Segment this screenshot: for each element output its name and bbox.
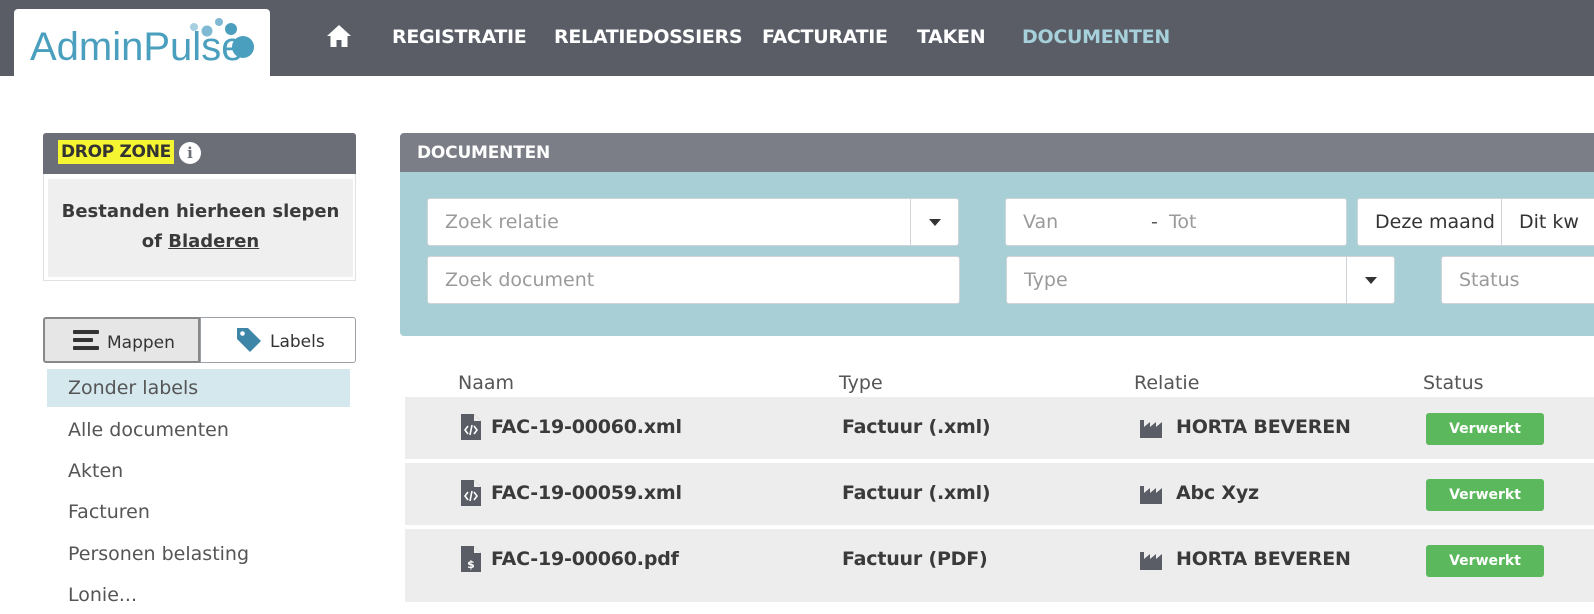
tag-icon: [237, 328, 261, 352]
document-relation[interactable]: HORTA BEVEREN: [1176, 548, 1351, 570]
date-range-separator: -: [1151, 211, 1158, 233]
nav-documenten[interactable]: DOCUMENTEN: [1022, 26, 1170, 48]
status-badge: Verwerkt: [1426, 545, 1544, 577]
table-row[interactable]: FAC-19-00059.xml Factuur (.xml) Abc Xyz …: [405, 463, 1594, 527]
file-code-icon: [461, 480, 481, 506]
column-header-type[interactable]: Type: [839, 372, 883, 394]
dropzone-header: DROP ZONE i: [43, 133, 356, 174]
table-row[interactable]: FAC-19-00060.xml Factuur (.xml) HORTA BE…: [405, 397, 1594, 461]
period-this-month-button[interactable]: Deze maand: [1357, 198, 1502, 246]
document-name[interactable]: FAC-19-00060.pdf: [491, 548, 679, 570]
documents-header: DOCUMENTEN: [400, 133, 1594, 172]
table-row[interactable]: $ FAC-19-00060.pdf Factuur (PDF) HORTA B…: [405, 529, 1594, 602]
document-search-input[interactable]: Zoek document: [427, 256, 960, 304]
folder-item-personen-belasting[interactable]: Personen belasting: [47, 535, 350, 573]
labels-toggle-button[interactable]: Labels: [200, 317, 356, 363]
file-code-icon: [461, 414, 481, 440]
document-type: Factuur (.xml): [842, 416, 991, 438]
info-icon[interactable]: i: [179, 142, 201, 164]
date-range-field[interactable]: Van - Tot: [1005, 198, 1347, 246]
top-navigation-bar: AdminPulse REGISTRATIE RELATIEDOSSIERS F…: [0, 0, 1594, 76]
folder-item-alle-documenten[interactable]: Alle documenten: [47, 411, 350, 449]
folders-toggle-button[interactable]: Mappen: [43, 317, 200, 363]
factory-icon: [1140, 552, 1162, 570]
factory-icon: [1140, 420, 1162, 438]
dropzone-title: DROP ZONE: [58, 140, 174, 164]
document-type: Factuur (PDF): [842, 548, 988, 570]
browse-link[interactable]: Bladeren: [168, 231, 259, 252]
dropzone-area[interactable]: Bestanden hierheen slepen of Bladeren: [48, 179, 353, 277]
relation-search-input[interactable]: Zoek relatie: [427, 198, 912, 246]
document-name[interactable]: FAC-19-00060.xml: [491, 416, 682, 438]
home-icon[interactable]: [326, 24, 352, 48]
document-name[interactable]: FAC-19-00059.xml: [491, 482, 682, 504]
list-icon: [73, 330, 99, 350]
nav-facturatie[interactable]: FACTURATIE: [762, 26, 888, 48]
status-badge: Verwerkt: [1426, 479, 1544, 511]
folders-toggle-label: Mappen: [107, 333, 175, 353]
dropzone-instruction: Bestanden hierheen slepen: [61, 201, 340, 222]
nav-registratie[interactable]: REGISTRATIE: [392, 26, 527, 48]
documents-title: DOCUMENTEN: [417, 143, 551, 163]
folder-item-facturen[interactable]: Facturen: [47, 493, 350, 531]
brand-logo[interactable]: AdminPulse: [14, 9, 270, 76]
chevron-down-icon: [1364, 277, 1377, 284]
relation-dropdown-button[interactable]: [910, 198, 959, 246]
folder-item-lonen[interactable]: Lonie...: [47, 576, 350, 614]
status-select[interactable]: Status: [1441, 256, 1594, 304]
brand-name: AdminPulse: [30, 25, 244, 69]
column-header-relation[interactable]: Relatie: [1134, 372, 1199, 394]
status-badge: Verwerkt: [1426, 413, 1544, 445]
type-select[interactable]: Type: [1006, 256, 1347, 304]
folder-item-akten[interactable]: Akten: [47, 452, 350, 490]
column-header-name[interactable]: Naam: [458, 372, 514, 394]
labels-toggle-label: Labels: [270, 332, 325, 352]
document-type: Factuur (.xml): [842, 482, 991, 504]
date-to-input[interactable]: Tot: [1169, 199, 1196, 245]
filter-panel: [400, 172, 1594, 336]
column-header-status[interactable]: Status: [1423, 372, 1484, 394]
document-relation[interactable]: HORTA BEVEREN: [1176, 416, 1351, 438]
type-dropdown-button[interactable]: [1346, 256, 1395, 304]
chevron-down-icon: [928, 219, 941, 226]
dropzone-browse-line: of Bladeren: [48, 227, 353, 257]
period-this-quarter-button[interactable]: Dit kw: [1501, 198, 1594, 246]
nav-relatiedossiers[interactable]: RELATIEDOSSIERS: [554, 26, 743, 48]
svg-text:$: $: [467, 558, 475, 571]
factory-icon: [1140, 486, 1162, 504]
file-invoice-icon: $: [461, 546, 481, 572]
nav-taken[interactable]: TAKEN: [917, 26, 986, 48]
dropzone[interactable]: Bestanden hierheen slepen of Bladeren: [43, 174, 356, 281]
date-from-input[interactable]: Van: [1023, 211, 1058, 233]
dropzone-or-text: of: [141, 231, 162, 252]
document-relation[interactable]: Abc Xyz: [1176, 482, 1259, 504]
folder-item-zonder-labels[interactable]: Zonder labels: [47, 369, 350, 407]
